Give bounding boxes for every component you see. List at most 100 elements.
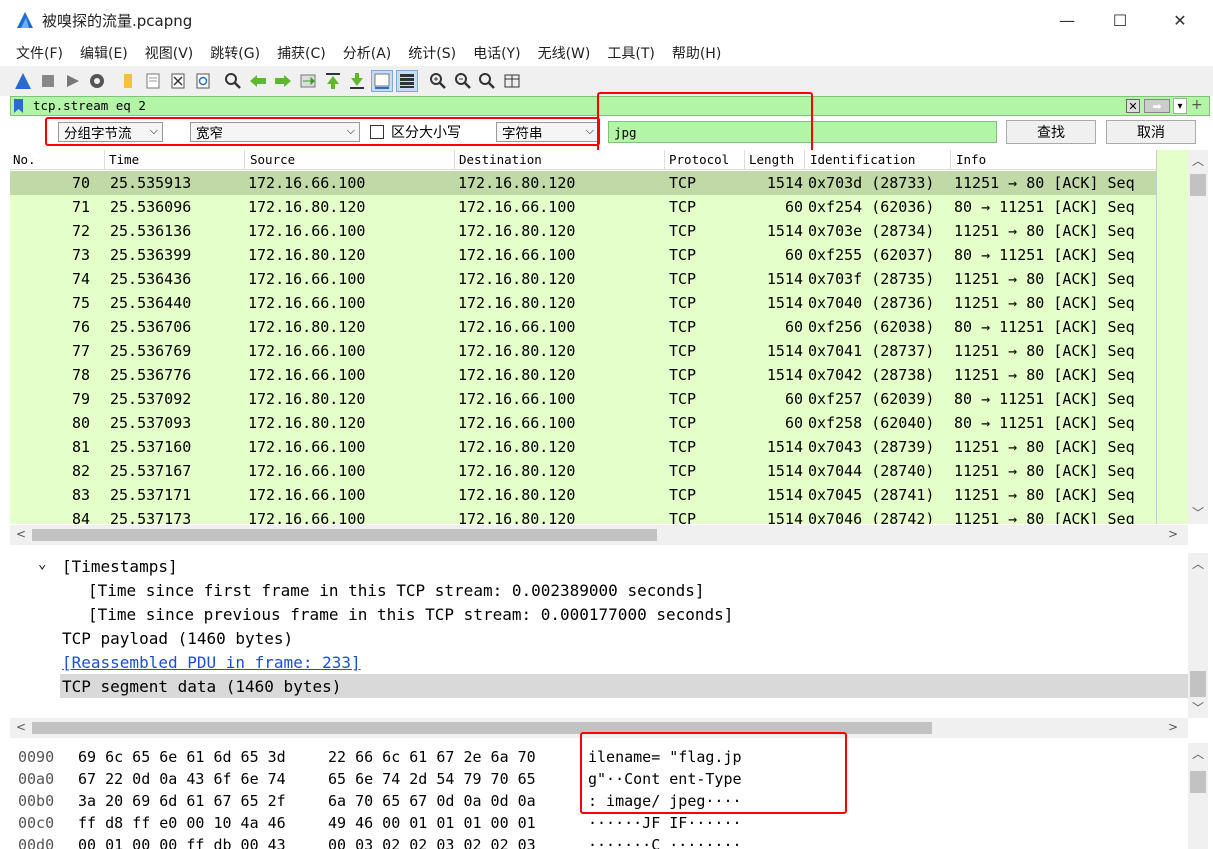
hex-bytes-left[interactable]: ff d8 ff e0 00 10 4a 46 bbox=[78, 814, 286, 832]
menu-file[interactable]: 文件(F) bbox=[16, 43, 63, 63]
menu-analyze[interactable]: 分析(A) bbox=[343, 43, 392, 63]
packet-row[interactable]: 73 25.536399 172.16.80.120 172.16.66.100 TCP… bbox=[10, 243, 1156, 267]
column-header-destination[interactable]: Destination bbox=[459, 152, 542, 167]
column-divider[interactable] bbox=[664, 150, 665, 170]
hex-offset[interactable]: 0090 bbox=[18, 748, 54, 766]
hex-bytes-left[interactable]: 00 01 00 00 ff db 00 43 bbox=[78, 836, 286, 849]
reload-icon[interactable] bbox=[192, 70, 214, 92]
packet-row[interactable]: 72 25.536136 172.16.66.100 172.16.80.120 TCP… bbox=[10, 219, 1156, 243]
packet-row[interactable]: 84 25.537173 172.16.66.100 172.16.80.120 TCP… bbox=[10, 507, 1156, 524]
tree-item-timestamps[interactable]: [Timestamps] bbox=[62, 557, 178, 576]
menu-capture[interactable]: 捕获(C) bbox=[277, 43, 326, 63]
close-file-icon[interactable] bbox=[167, 70, 189, 92]
hex-offset[interactable]: 00a0 bbox=[18, 770, 54, 788]
clear-filter-icon[interactable]: ✕ bbox=[1126, 99, 1140, 113]
packet-row[interactable]: 71 25.536096 172.16.80.120 172.16.66.100 TCP… bbox=[10, 195, 1156, 219]
column-divider[interactable] bbox=[804, 150, 805, 170]
column-divider[interactable] bbox=[104, 150, 105, 170]
colorize-icon[interactable] bbox=[395, 70, 418, 92]
maximize-button[interactable]: ☐ bbox=[1096, 0, 1144, 40]
apply-filter-icon[interactable]: ➡ bbox=[1144, 99, 1170, 113]
scroll-up-icon[interactable]: ︿ bbox=[1192, 745, 1204, 762]
hex-bytes-right[interactable]: 65 6e 74 2d 54 79 70 65 bbox=[328, 770, 536, 788]
bookmark-icon[interactable] bbox=[14, 99, 23, 113]
menu-go[interactable]: 跳转(G) bbox=[210, 43, 260, 63]
open-icon[interactable] bbox=[117, 70, 139, 92]
shark-fin-icon[interactable] bbox=[12, 70, 34, 92]
menu-view[interactable]: 视图(V) bbox=[145, 43, 194, 63]
zoom-out-icon[interactable] bbox=[452, 70, 474, 92]
hex-ascii[interactable]: ·······C ········ bbox=[588, 836, 742, 849]
menu-telephony[interactable]: 电话(Y) bbox=[473, 43, 520, 63]
hex-bytes-right[interactable]: 6a 70 65 67 0d 0a 0d 0a bbox=[328, 792, 536, 810]
menu-tools[interactable]: 工具(T) bbox=[607, 43, 654, 63]
display-filter-input[interactable]: tcp.stream eq 2 bbox=[33, 98, 146, 113]
packet-row[interactable]: 77 25.536769 172.16.66.100 172.16.80.120 TCP… bbox=[10, 339, 1156, 363]
back-icon[interactable] bbox=[247, 70, 269, 92]
restart-icon[interactable] bbox=[62, 70, 84, 92]
hex-bytes-left[interactable]: 69 6c 65 6e 61 6d 65 3d bbox=[78, 748, 286, 766]
packet-row[interactable]: 82 25.537167 172.16.66.100 172.16.80.120 TCP… bbox=[10, 459, 1156, 483]
forward-icon[interactable] bbox=[272, 70, 294, 92]
packet-row-selected[interactable]: 70 25.535913 172.16.66.100 172.16.80.120 TCP… bbox=[10, 171, 1156, 195]
column-header-source[interactable]: Source bbox=[250, 152, 295, 167]
hex-bytes-right[interactable]: 49 46 00 01 01 01 00 01 bbox=[328, 814, 536, 832]
find-button[interactable]: 查找 bbox=[1006, 120, 1096, 144]
file-icon[interactable] bbox=[142, 70, 164, 92]
resize-columns-icon[interactable] bbox=[501, 70, 523, 92]
column-divider[interactable] bbox=[454, 150, 455, 170]
add-filter-button[interactable]: + bbox=[1191, 97, 1203, 113]
cancel-button[interactable]: 取消 bbox=[1106, 120, 1196, 144]
column-divider[interactable] bbox=[744, 150, 745, 170]
column-divider[interactable] bbox=[950, 150, 951, 170]
scroll-left-icon[interactable]: < bbox=[16, 720, 26, 734]
column-divider[interactable] bbox=[244, 150, 245, 170]
hex-ascii[interactable]: ······JF IF······ bbox=[588, 814, 742, 832]
scrollbar-thumb[interactable] bbox=[1190, 771, 1206, 793]
autoscroll-icon[interactable] bbox=[371, 70, 394, 92]
find-icon[interactable] bbox=[222, 70, 244, 92]
close-button[interactable]: ✕ bbox=[1156, 0, 1204, 40]
hex-offset[interactable]: 00d0 bbox=[18, 836, 54, 849]
last-icon[interactable] bbox=[346, 70, 368, 92]
scrollbar-thumb[interactable] bbox=[1190, 174, 1206, 196]
packet-row[interactable]: 74 25.536436 172.16.66.100 172.16.80.120 TCP… bbox=[10, 267, 1156, 291]
zoom-normal-icon[interactable] bbox=[476, 70, 498, 92]
packet-row[interactable]: 80 25.537093 172.16.80.120 172.16.66.100 TCP… bbox=[10, 411, 1156, 435]
menu-help[interactable]: 帮助(H) bbox=[672, 43, 721, 63]
hex-bytes-right[interactable]: 22 66 6c 61 67 2e 6a 70 bbox=[328, 748, 536, 766]
column-header-identification[interactable]: Identification bbox=[810, 152, 915, 167]
details-vertical-scrollbar[interactable]: ︿ ﹀ bbox=[1188, 553, 1208, 718]
packet-row[interactable]: 76 25.536706 172.16.80.120 172.16.66.100 TCP… bbox=[10, 315, 1156, 339]
packet-row[interactable]: 75 25.536440 172.16.66.100 172.16.80.120 TCP… bbox=[10, 291, 1156, 315]
expander-arrow-icon[interactable]: ⌄ bbox=[38, 556, 46, 572]
bytes-vertical-scrollbar[interactable]: ︿ bbox=[1188, 743, 1208, 849]
packet-row[interactable]: 78 25.536776 172.16.66.100 172.16.80.120 TCP… bbox=[10, 363, 1156, 387]
column-header-length[interactable]: Length bbox=[749, 152, 794, 167]
hex-bytes-left[interactable]: 67 22 0d 0a 43 6f 6e 74 bbox=[78, 770, 286, 788]
scroll-right-icon[interactable]: > bbox=[1168, 720, 1178, 734]
scroll-left-icon[interactable]: < bbox=[16, 527, 26, 541]
tree-item-time-since-first[interactable]: [Time since first frame in this TCP stre… bbox=[88, 581, 705, 600]
packet-list-horizontal-scrollbar[interactable]: < > bbox=[10, 525, 1188, 545]
scroll-up-icon[interactable]: ︿ bbox=[1192, 152, 1204, 169]
column-header-protocol[interactable]: Protocol bbox=[669, 152, 729, 167]
hex-bytes-left[interactable]: 3a 20 69 6d 61 67 65 2f bbox=[78, 792, 286, 810]
zoom-in-icon[interactable] bbox=[427, 70, 449, 92]
menu-wireless[interactable]: 无线(W) bbox=[538, 43, 591, 63]
scroll-up-icon[interactable]: ︿ bbox=[1192, 555, 1204, 572]
packet-row[interactable]: 81 25.537160 172.16.66.100 172.16.80.120 TCP… bbox=[10, 435, 1156, 459]
scroll-right-icon[interactable]: > bbox=[1168, 527, 1178, 541]
menu-statistics[interactable]: 统计(S) bbox=[408, 43, 456, 63]
hex-bytes-right[interactable]: 00 03 02 02 03 02 02 03 bbox=[328, 836, 536, 849]
menu-edit[interactable]: 编辑(E) bbox=[80, 43, 128, 63]
column-header-no[interactable]: No. bbox=[13, 152, 36, 167]
column-header-info[interactable]: Info bbox=[956, 152, 986, 167]
packet-minimap[interactable] bbox=[1156, 150, 1188, 524]
scroll-down-icon[interactable]: ﹀ bbox=[1192, 504, 1204, 521]
tree-item-time-since-previous[interactable]: [Time since previous frame in this TCP s… bbox=[88, 605, 733, 624]
packet-row[interactable]: 83 25.537171 172.16.66.100 172.16.80.120 TCP… bbox=[10, 483, 1156, 507]
hex-offset[interactable]: 00b0 bbox=[18, 792, 54, 810]
goto-icon[interactable] bbox=[297, 70, 319, 92]
filter-history-dropdown[interactable]: ▾ bbox=[1173, 98, 1187, 114]
